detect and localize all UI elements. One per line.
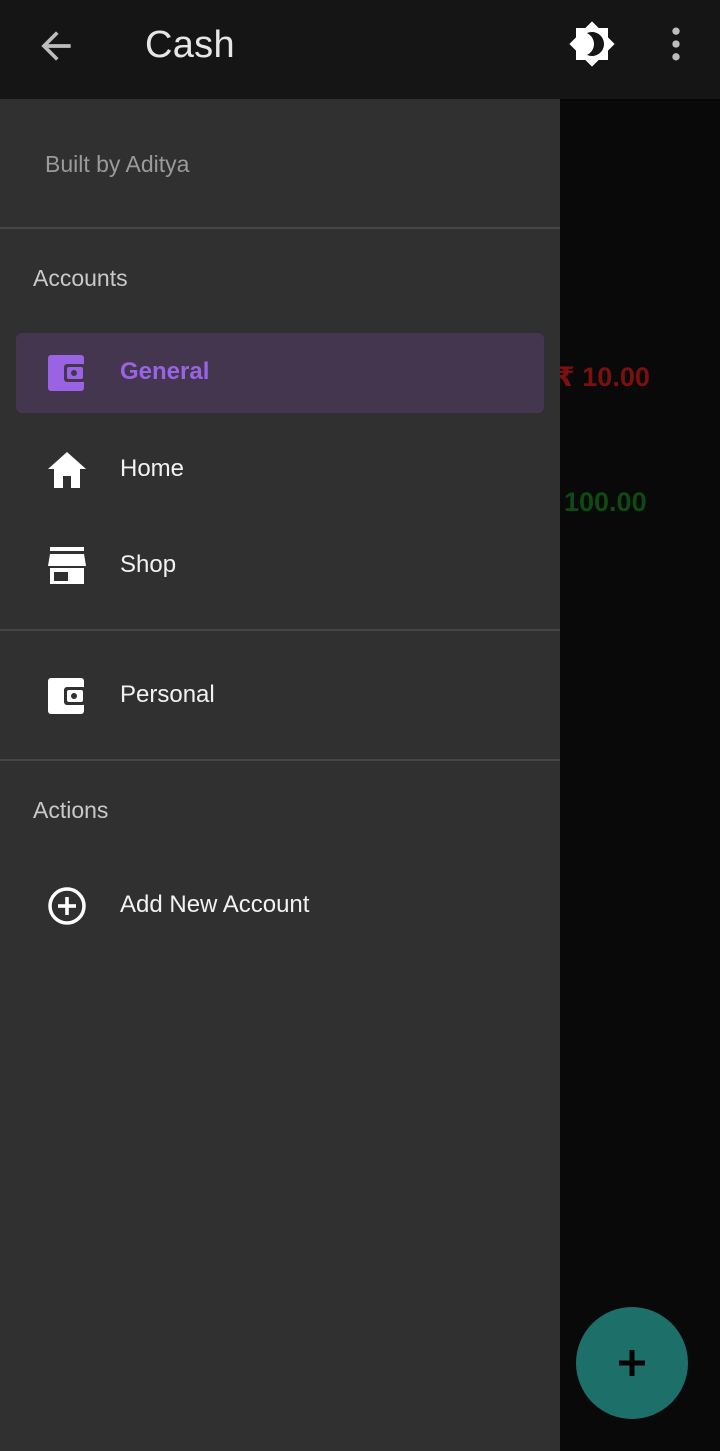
add-transaction-fab[interactable] xyxy=(576,1307,688,1419)
app-bar: Cash xyxy=(0,0,720,99)
transaction-amount-income: 100.00 xyxy=(564,487,647,517)
actions-section-label: Actions xyxy=(33,797,109,823)
accounts-section-label: Accounts xyxy=(33,265,128,291)
divider xyxy=(0,629,560,631)
arrow-back-icon[interactable] xyxy=(34,24,78,68)
home-icon xyxy=(46,450,88,490)
divider xyxy=(0,759,560,761)
transaction-amount-expense: ₹ 10.00 xyxy=(556,362,650,392)
add-new-account-button[interactable]: Add New Account xyxy=(16,866,544,946)
drawer-item-personal[interactable]: Personal xyxy=(16,656,544,736)
store-icon xyxy=(46,546,88,586)
drawer-item-home[interactable]: Home xyxy=(16,430,544,510)
drawer-item-label: Add New Account xyxy=(120,891,310,918)
navigation-drawer: Built by Aditya Accounts General Home Sh… xyxy=(0,99,560,1451)
divider xyxy=(0,227,560,229)
drawer-header: Built by Aditya xyxy=(45,151,190,177)
page-title: Cash xyxy=(145,24,235,66)
drawer-item-label: General xyxy=(120,358,210,385)
wallet-icon xyxy=(46,353,88,393)
drawer-item-general[interactable]: General xyxy=(16,333,544,413)
drawer-item-label: Personal xyxy=(120,681,215,708)
drawer-item-label: Shop xyxy=(120,551,177,578)
more-vert-icon[interactable] xyxy=(660,22,692,66)
add-circle-icon xyxy=(46,886,88,926)
brightness-icon[interactable] xyxy=(568,20,616,68)
plus-icon xyxy=(619,1350,645,1376)
drawer-item-label: Home xyxy=(120,455,185,482)
drawer-item-shop[interactable]: Shop xyxy=(16,526,544,606)
wallet-icon xyxy=(46,676,88,716)
